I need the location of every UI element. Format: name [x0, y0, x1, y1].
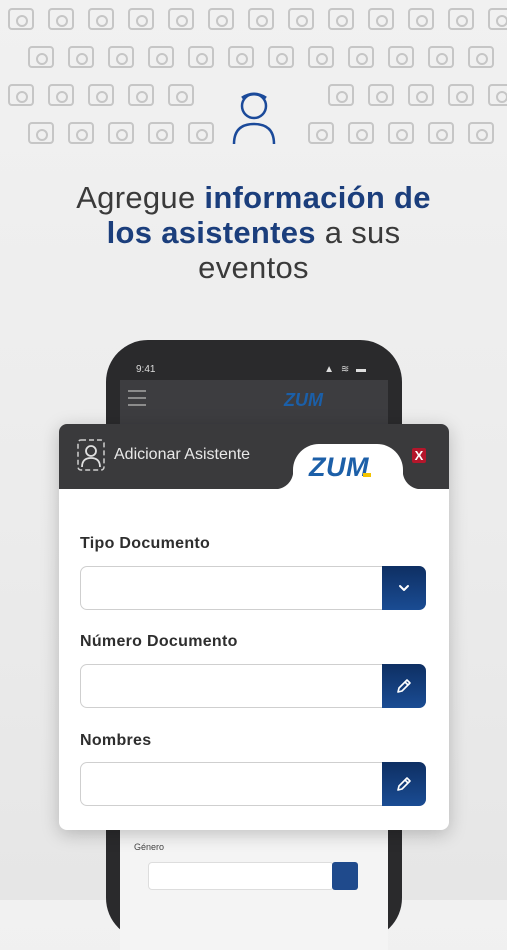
- phone-field-button: [332, 862, 358, 890]
- add-attendee-dialog: ZUM Adicionar Asistente X Tipo Documento…: [59, 424, 449, 830]
- pattern-decoration-icon: [48, 84, 74, 106]
- pattern-decoration-icon: [48, 8, 74, 30]
- attendee-icon: [232, 92, 276, 145]
- pattern-decoration-icon: [388, 122, 414, 144]
- pattern-decoration-icon: [268, 46, 294, 68]
- pattern-decoration-icon: [88, 8, 114, 30]
- pattern-decoration-icon: [488, 8, 507, 30]
- phone-status-bar: 9:41 ▲ ≋ ▬: [106, 340, 402, 380]
- pattern-decoration-icon: [468, 46, 494, 68]
- phone-header: [120, 380, 388, 428]
- headline-highlight1: información de: [204, 180, 431, 215]
- numero-documento-label: Número Documento: [80, 633, 238, 650]
- nombres-input[interactable]: [80, 762, 426, 806]
- phone-brand-logo: ZUM: [284, 390, 323, 410]
- pattern-decoration-icon: [248, 8, 274, 30]
- tipo-documento-label: Tipo Documento: [80, 535, 211, 552]
- dialog-header: ZUM Adicionar Asistente X: [59, 424, 449, 489]
- headline-highlight2: los asistentes: [106, 215, 316, 250]
- pattern-decoration-icon: [108, 122, 134, 144]
- pattern-decoration-icon: [308, 122, 334, 144]
- headline-part2: a sus: [315, 215, 401, 250]
- phone-time: 9:41: [136, 364, 156, 375]
- pattern-decoration-icon: [128, 84, 154, 106]
- pattern-decoration-icon: [468, 122, 494, 144]
- headline: Agregue información de los asistentes a …: [40, 180, 467, 285]
- pattern-decoration-icon: [148, 46, 174, 68]
- pattern-decoration-icon: [8, 84, 34, 106]
- pattern-decoration-icon: [88, 84, 114, 106]
- pattern-decoration-icon: [8, 8, 34, 30]
- numero-documento-edit-button[interactable]: [382, 664, 426, 708]
- pattern-decoration-icon: [428, 122, 454, 144]
- pattern-decoration-icon: [308, 46, 334, 68]
- pattern-decoration-icon: [108, 46, 134, 68]
- phone-field-input: [148, 862, 334, 890]
- pattern-decoration-icon: [28, 122, 54, 144]
- phone-signal-icons: ▲ ≋ ▬: [324, 364, 368, 375]
- pattern-decoration-icon: [448, 84, 474, 106]
- pattern-decoration-icon: [348, 122, 374, 144]
- pattern-decoration-icon: [168, 8, 194, 30]
- pattern-decoration-icon: [148, 122, 174, 144]
- pattern-decoration-icon: [228, 46, 254, 68]
- pattern-decoration-icon: [128, 8, 154, 30]
- pattern-decoration-icon: [168, 84, 194, 106]
- tipo-documento-select[interactable]: [80, 566, 426, 610]
- hamburger-menu-icon: [128, 390, 146, 406]
- nombres-edit-button[interactable]: [382, 762, 426, 806]
- zum-logo: ZUM: [309, 452, 371, 483]
- pencil-icon: [397, 777, 411, 791]
- pattern-decoration-icon: [408, 8, 434, 30]
- pattern-decoration-icon: [388, 46, 414, 68]
- nombres-label: Nombres: [80, 732, 152, 749]
- zum-logo-text: ZUM: [309, 452, 369, 482]
- pattern-decoration-icon: [408, 84, 434, 106]
- pattern-decoration-icon: [428, 46, 454, 68]
- close-button[interactable]: X: [412, 448, 426, 463]
- pattern-decoration-icon: [328, 84, 354, 106]
- tipo-documento-dropdown-button[interactable]: [382, 566, 426, 610]
- pattern-decoration-icon: [188, 46, 214, 68]
- pattern-decoration-icon: [188, 122, 214, 144]
- numero-documento-input[interactable]: [80, 664, 426, 708]
- pattern-decoration-icon: [348, 46, 374, 68]
- person-icon: [77, 439, 105, 471]
- pattern-decoration-icon: [368, 84, 394, 106]
- pattern-decoration-icon: [328, 8, 354, 30]
- dialog-title: Adicionar Asistente: [114, 446, 251, 463]
- pattern-decoration-icon: [448, 8, 474, 30]
- headline-part3: eventos: [198, 250, 309, 285]
- pattern-decoration-icon: [68, 46, 94, 68]
- pattern-decoration-icon: [28, 46, 54, 68]
- phone-field-label: Género: [134, 842, 165, 852]
- pattern-decoration-icon: [68, 122, 94, 144]
- pattern-decoration-icon: [208, 8, 234, 30]
- pencil-icon: [397, 679, 411, 693]
- pattern-decoration-icon: [368, 8, 394, 30]
- headline-part1: Agregue: [76, 180, 205, 215]
- pattern-decoration-icon: [288, 8, 314, 30]
- pattern-decoration-icon: [488, 84, 507, 106]
- chevron-down-icon: [399, 585, 409, 591]
